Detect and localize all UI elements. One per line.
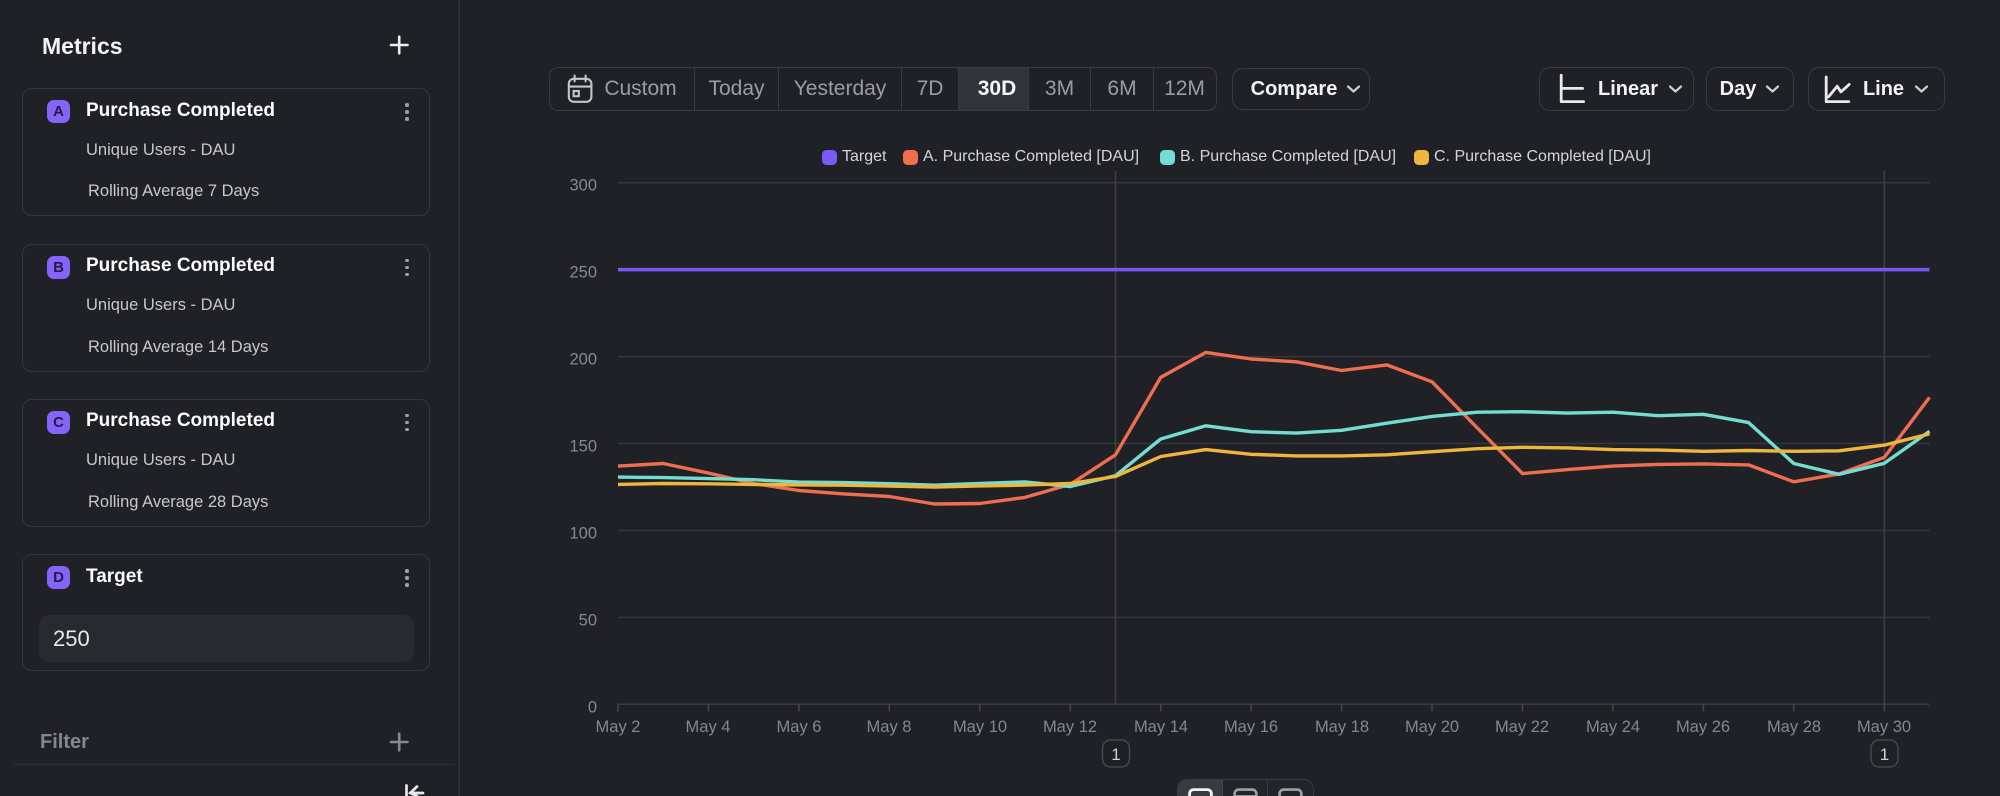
svg-text:0: 0 bbox=[588, 699, 597, 717]
svg-text:May 2: May 2 bbox=[596, 718, 641, 736]
svg-text:May 30: May 30 bbox=[1857, 718, 1911, 736]
svg-text:May 16: May 16 bbox=[1224, 718, 1278, 736]
svg-text:250: 250 bbox=[569, 264, 597, 282]
svg-text:200: 200 bbox=[569, 351, 597, 369]
svg-text:150: 150 bbox=[569, 438, 597, 456]
svg-text:1: 1 bbox=[1111, 745, 1120, 764]
svg-text:May 6: May 6 bbox=[777, 718, 822, 736]
svg-text:May 28: May 28 bbox=[1767, 718, 1821, 736]
svg-text:May 20: May 20 bbox=[1405, 718, 1459, 736]
svg-text:May 10: May 10 bbox=[953, 718, 1007, 736]
svg-text:May 4: May 4 bbox=[686, 718, 731, 736]
svg-text:100: 100 bbox=[569, 525, 597, 543]
svg-text:50: 50 bbox=[579, 612, 597, 630]
svg-text:May 24: May 24 bbox=[1586, 718, 1640, 736]
svg-text:May 22: May 22 bbox=[1495, 718, 1549, 736]
svg-text:May 12: May 12 bbox=[1043, 718, 1097, 736]
svg-text:May 18: May 18 bbox=[1315, 718, 1369, 736]
svg-text:1: 1 bbox=[1880, 745, 1889, 764]
svg-text:May 26: May 26 bbox=[1676, 718, 1730, 736]
svg-text:May 14: May 14 bbox=[1134, 718, 1188, 736]
svg-text:300: 300 bbox=[569, 177, 597, 195]
svg-text:May 8: May 8 bbox=[867, 718, 912, 736]
